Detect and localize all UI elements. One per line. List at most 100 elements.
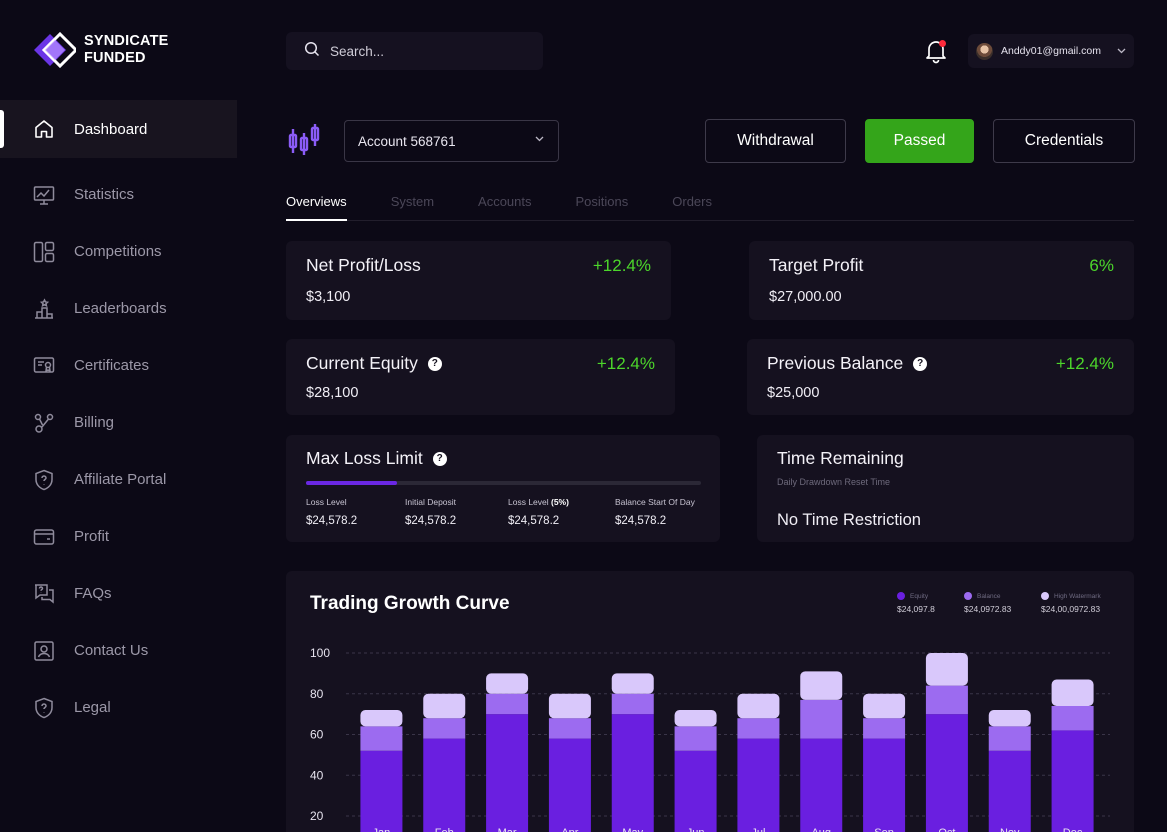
stat-value: $24,578.2: [306, 515, 358, 527]
sidebar: SYNDICATE FUNDED Dashboard Statistics Co…: [0, 0, 237, 832]
bar-segment: [611, 714, 654, 832]
card-value: $27,000.00: [769, 289, 842, 305]
stat-label-text: Balance Start Of Day: [615, 497, 695, 507]
previous-balance-card: Previous Balance ? +12.4% $25,000: [747, 339, 1134, 415]
loss-level-percent-stat: Loss Level (5%) $24,578.2: [508, 497, 569, 527]
x-tick-label: Jun: [687, 827, 705, 832]
sidebar-item-statistics[interactable]: Statistics: [0, 166, 237, 223]
user-email: Anddy01@gmail.com: [1001, 45, 1101, 57]
sidebar-item-label: Legal: [74, 699, 111, 716]
initial-deposit-stat: Initial Deposit $24,578.2: [405, 497, 456, 527]
leaderboard-icon: [32, 297, 56, 321]
bar-segment: [611, 693, 654, 715]
bar-segment: [674, 726, 717, 751]
card-title: Max Loss Limit ?: [306, 448, 447, 469]
card-value: No Time Restriction: [777, 511, 921, 529]
passed-status-button[interactable]: Passed: [865, 119, 974, 163]
sidebar-item-label: Certificates: [74, 357, 150, 374]
sidebar-item-label: Contact Us: [74, 642, 149, 659]
sidebar-item-label: Statistics: [74, 186, 135, 203]
card-value: $3,100: [306, 289, 351, 305]
search-input[interactable]: [330, 43, 520, 59]
bar-segment: [737, 718, 780, 739]
account-select[interactable]: Account 568761: [344, 120, 559, 162]
bar-segment: [988, 726, 1031, 751]
stat-label: Initial Deposit: [405, 497, 456, 507]
statistics-icon: [32, 183, 56, 207]
tab-orders[interactable]: Orders: [672, 192, 712, 221]
bar-segment: [925, 685, 968, 715]
bar-segment: [360, 750, 403, 832]
card-subtitle: Daily Drawdown Reset Time: [777, 477, 891, 487]
credentials-button[interactable]: Credentials: [993, 119, 1135, 163]
tab-system[interactable]: System: [391, 192, 434, 221]
bar-segment: [548, 738, 591, 832]
bar-segment: [674, 750, 717, 832]
change-percent: +12.4%: [596, 354, 655, 373]
sidebar-item-dashboard[interactable]: Dashboard: [0, 100, 237, 158]
sidebar-item-label: FAQs: [74, 585, 112, 602]
sidebar-item-contact-us[interactable]: Contact Us: [0, 622, 237, 679]
home-icon: [32, 117, 56, 141]
card-value: $25,000: [767, 385, 820, 401]
bar-segment: [800, 699, 843, 739]
sidebar-item-leaderboards[interactable]: Leaderboards: [0, 280, 237, 337]
net-profit-card: Net Profit/Loss +12.4% $3,100: [286, 241, 671, 320]
user-menu[interactable]: Anddy01@gmail.com: [968, 34, 1134, 68]
bar-segment: [548, 718, 591, 739]
sidebar-item-competitions[interactable]: Competitions: [0, 223, 237, 280]
bar-segment: [863, 693, 906, 719]
bar-segment: [486, 693, 529, 715]
card-title-text: Previous Balance: [767, 353, 904, 373]
sidebar-item-faqs[interactable]: FAQs: [0, 565, 237, 622]
chart-plot: 20 40 60 80 100 Jan Feb Mar Apr May Jun Jul Aug Sep Oc…: [310, 646, 1110, 832]
help-icon[interactable]: ?: [432, 451, 447, 466]
tab-positions[interactable]: Positions: [576, 192, 629, 221]
bar-segment: [486, 673, 529, 694]
card-title-text: Target Profit: [769, 255, 864, 275]
brand-logo[interactable]: SYNDICATE FUNDED: [32, 31, 169, 69]
sidebar-item-billing[interactable]: Billing: [0, 394, 237, 451]
stat-label: Balance Start Of Day: [615, 497, 695, 507]
tab-overviews[interactable]: Overviews: [286, 192, 347, 221]
card-title: Previous Balance ?: [767, 353, 928, 374]
sidebar-nav: Dashboard Statistics Competitions Leader…: [0, 100, 237, 736]
sidebar-item-legal[interactable]: Legal: [0, 679, 237, 736]
current-equity-card: Current Equity ? +12.4% $28,100: [286, 339, 675, 415]
x-tick-label: Oct: [938, 827, 955, 832]
wallet-icon: [32, 525, 56, 549]
sidebar-item-label: Billing: [74, 414, 115, 431]
bar-segment: [423, 718, 466, 739]
bar-segment: [674, 710, 717, 727]
y-tick-label: 20: [310, 809, 324, 823]
card-title-text: Net Profit/Loss: [306, 255, 421, 275]
bar-segment: [423, 693, 466, 719]
notification-button[interactable]: [924, 38, 948, 64]
x-tick-label: Jan: [373, 827, 391, 832]
sidebar-item-label: Affiliate Portal: [74, 471, 167, 488]
help-icon[interactable]: ?: [913, 356, 928, 371]
stat-label-text: Initial Deposit: [405, 497, 457, 507]
sidebar-item-certificates[interactable]: Certificates: [0, 337, 237, 394]
bar-segment: [737, 693, 780, 719]
card-value: $28,100: [306, 385, 359, 401]
search-icon: [304, 41, 320, 62]
tab-accounts[interactable]: Accounts: [478, 192, 531, 221]
sidebar-item-affiliate-portal[interactable]: Affiliate Portal: [0, 451, 237, 508]
help-icon[interactable]: ?: [427, 356, 442, 371]
max-loss-card: Max Loss Limit ? Loss Level $24,578.2 In…: [286, 435, 720, 542]
change-percent: +12.4%: [1055, 354, 1114, 373]
search-box[interactable]: [286, 32, 543, 70]
x-tick-label: Mar: [498, 827, 517, 832]
card-title-text: Max Loss Limit: [306, 448, 423, 468]
sidebar-item-profit[interactable]: Profit: [0, 508, 237, 565]
time-remaining-card: Time Remaining Daily Drawdown Reset Time…: [757, 435, 1134, 542]
candlestick-icon: [288, 122, 324, 158]
bar-segment: [863, 718, 906, 739]
bar-segment: [1051, 705, 1094, 731]
chevron-down-icon: [535, 134, 544, 145]
change-percent: 6%: [1089, 256, 1114, 275]
withdrawal-button[interactable]: Withdrawal: [705, 119, 846, 163]
brand-name: SYNDICATE FUNDED: [84, 33, 169, 67]
change-percent: +12.4%: [592, 256, 651, 275]
